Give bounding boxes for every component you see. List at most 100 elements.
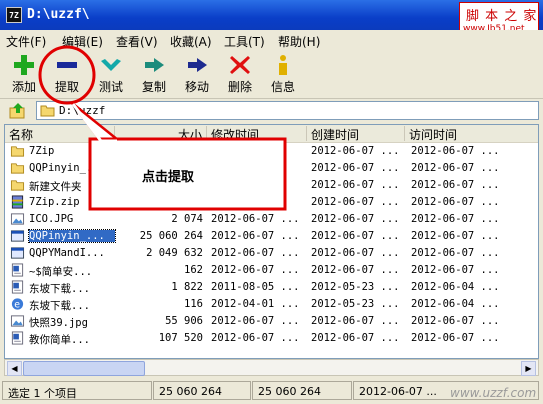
window-title: D:\uzzf\	[27, 7, 90, 22]
delete-label: 删除	[227, 80, 252, 94]
file-accessed: 2012-06-07 ...	[411, 213, 500, 225]
image-file-icon	[10, 315, 25, 327]
file-modified: 2011-08-05 ...	[211, 281, 300, 293]
file-row[interactable]: QQPinyin_... 2012-06-07 ... 2012-06-07 ...	[5, 160, 538, 177]
doc-file-icon	[11, 263, 24, 277]
check-icon	[101, 59, 121, 71]
file-name: 7Zip	[29, 145, 55, 157]
scroll-thumb[interactable]	[23, 361, 145, 376]
archive-file-icon	[11, 195, 24, 209]
address-input[interactable]: D:\uzzf	[36, 101, 539, 120]
file-row[interactable]: 7Zip 2012-06-07 ... 2012-06-07 ...	[5, 143, 538, 160]
file-accessed: 2012-06-04 ...	[411, 298, 500, 310]
file-modified: 2012-06-07 ...	[211, 213, 300, 225]
menu-help[interactable]: 帮助(H)	[278, 33, 320, 50]
doc-file-icon	[11, 280, 24, 294]
column-modified[interactable]: 修改时间	[207, 126, 307, 142]
file-size: 55 906	[165, 315, 203, 327]
extract-label: 提取	[54, 80, 79, 94]
file-name: QQPYMandI...	[29, 247, 105, 259]
horizontal-scrollbar[interactable]: ◀ ▶	[4, 359, 539, 376]
menu-tools[interactable]: 工具(T)	[224, 33, 265, 50]
7zip-app-icon: 7Z	[6, 7, 22, 23]
callout-text: 点击提取	[142, 170, 195, 185]
file-row[interactable]: 快照39.jpg 55 906 2012-06-07 ... 2012-06-07 .…	[5, 313, 538, 330]
info-icon	[279, 55, 287, 75]
file-list[interactable]: 名称 大小 修改时间 创建时间 访问时间 7Zip 2012-06-07 ... 2…	[4, 124, 539, 359]
file-modified: 2012-06-07 ...	[211, 264, 300, 276]
file-name: ICO.JPG	[29, 213, 74, 225]
test-button[interactable]: 测试	[91, 52, 131, 96]
menu-file[interactable]: 文件(F)	[6, 33, 46, 50]
file-name: 东坡下载...	[29, 283, 90, 295]
move-arrow-icon	[188, 58, 207, 72]
file-row[interactable]: ~$简单安... 162 2012-06-07 ... 2012-06-07 ... 2…	[5, 262, 538, 279]
move-button[interactable]: 移动	[177, 52, 217, 96]
column-size[interactable]: 大小	[115, 126, 207, 142]
delete-button[interactable]: 删除	[220, 52, 260, 96]
file-row[interactable]: 教你简单... 107 520 2012-06-07 ... 2012-06-07 .…	[5, 330, 538, 347]
copy-arrow-icon	[145, 58, 164, 72]
file-accessed: 2012-06-07 ...	[411, 332, 500, 344]
file-row[interactable]: 东坡下载... 1 822 2011-08-05 ... 2012-05-23 ...…	[5, 279, 538, 296]
file-name: 7Zip.zip	[29, 196, 80, 208]
column-name[interactable]: 名称	[5, 126, 115, 142]
file-size: 162	[184, 264, 203, 276]
column-created[interactable]: 创建时间	[307, 126, 405, 142]
file-row[interactable]: 新建文件夹 2012-06-07 ... 2012-06-07 ...	[5, 177, 538, 194]
file-row[interactable]: ICO.JPG 2 074 2012-06-07 ... 2012-06-07 ...…	[5, 211, 538, 228]
status-selected: 选定 1 个项目	[2, 381, 152, 400]
minus-icon	[57, 62, 77, 68]
up-folder-icon[interactable]	[9, 102, 27, 120]
file-created: 2012-06-07 ...	[311, 179, 400, 191]
file-modified: 2012-06-07 ...	[211, 332, 300, 344]
file-name: ~$简单安...	[29, 266, 93, 278]
file-modified: 2012-06-07 ...	[211, 247, 300, 259]
extract-button[interactable]: 提取	[47, 52, 87, 96]
file-row[interactable]: e 东坡下载... 116 2012-04-01 ... 2012-05-23 ... 2…	[5, 296, 538, 313]
menu-favorites[interactable]: 收藏(A)	[170, 33, 212, 50]
menu-view[interactable]: 查看(V)	[116, 33, 158, 50]
file-modified: 2012-06-07 ...	[211, 230, 300, 242]
file-row[interactable]: QQPinyin_... 25 060 264 2012-06-07 ... 2012…	[5, 228, 538, 245]
delete-x-icon	[230, 56, 250, 74]
address-bar: D:\uzzf	[0, 99, 543, 123]
info-button[interactable]: 信息	[263, 52, 303, 96]
test-label: 测试	[98, 80, 123, 94]
copy-button[interactable]: 复制	[134, 52, 174, 96]
file-created: 2012-06-07 ...	[311, 213, 400, 225]
address-value: D:\uzzf	[59, 104, 106, 117]
folder-icon	[40, 105, 55, 117]
folder-file-icon	[10, 146, 25, 157]
file-created: 2012-06-07 ...	[311, 332, 400, 344]
add-button[interactable]: 添加	[4, 52, 44, 96]
file-accessed: 2012-06-07 ...	[411, 162, 500, 174]
info-label: 信息	[270, 80, 295, 94]
file-created: 2012-06-07 ...	[311, 145, 400, 157]
menu-bar: 文件(F) 编辑(E) 查看(V) 收藏(A) 工具(T) 帮助(H)	[0, 30, 543, 50]
doc-file-icon	[11, 331, 24, 345]
file-size: 107 520	[158, 332, 203, 344]
scroll-left-icon[interactable]: ◀	[7, 361, 22, 376]
file-created: 2012-06-07 ...	[311, 196, 400, 208]
watermark-title: 脚 本 之 家	[466, 9, 538, 24]
file-accessed: 2012-06-04 ...	[411, 281, 500, 293]
column-accessed[interactable]: 访问时间	[405, 126, 538, 142]
file-row[interactable]: 7Zip.zip 2012-06-07 ... 2012-06-07 ...	[5, 194, 538, 211]
file-name: 东坡下载...	[29, 300, 90, 312]
folder-file-icon	[10, 163, 25, 174]
scroll-right-icon[interactable]: ▶	[521, 361, 536, 376]
file-row[interactable]: QQPYMandI... 2 049 632 2012-06-07 ... 2012-…	[5, 245, 538, 262]
file-name: 快照39.jpg	[29, 317, 88, 329]
status-packed: 25 060 264	[252, 381, 352, 400]
file-accessed: 2012-06-07 ...	[411, 315, 500, 327]
toolbar: 添加 提取 测试 复制 移动 删除 信息	[0, 50, 543, 99]
file-accessed: 2012-06-07 ...	[411, 247, 500, 259]
file-name: QQPinyin_...	[28, 229, 116, 243]
exe-file-icon	[10, 230, 25, 242]
menu-edit[interactable]: 编辑(E)	[62, 33, 103, 50]
file-size: 1 822	[171, 281, 203, 293]
ie-file-icon: e	[11, 298, 24, 310]
status-bar: 选定 1 个项目 25 060 264 25 060 264 2012-06-0…	[0, 378, 543, 404]
file-name: 新建文件夹	[29, 181, 82, 193]
